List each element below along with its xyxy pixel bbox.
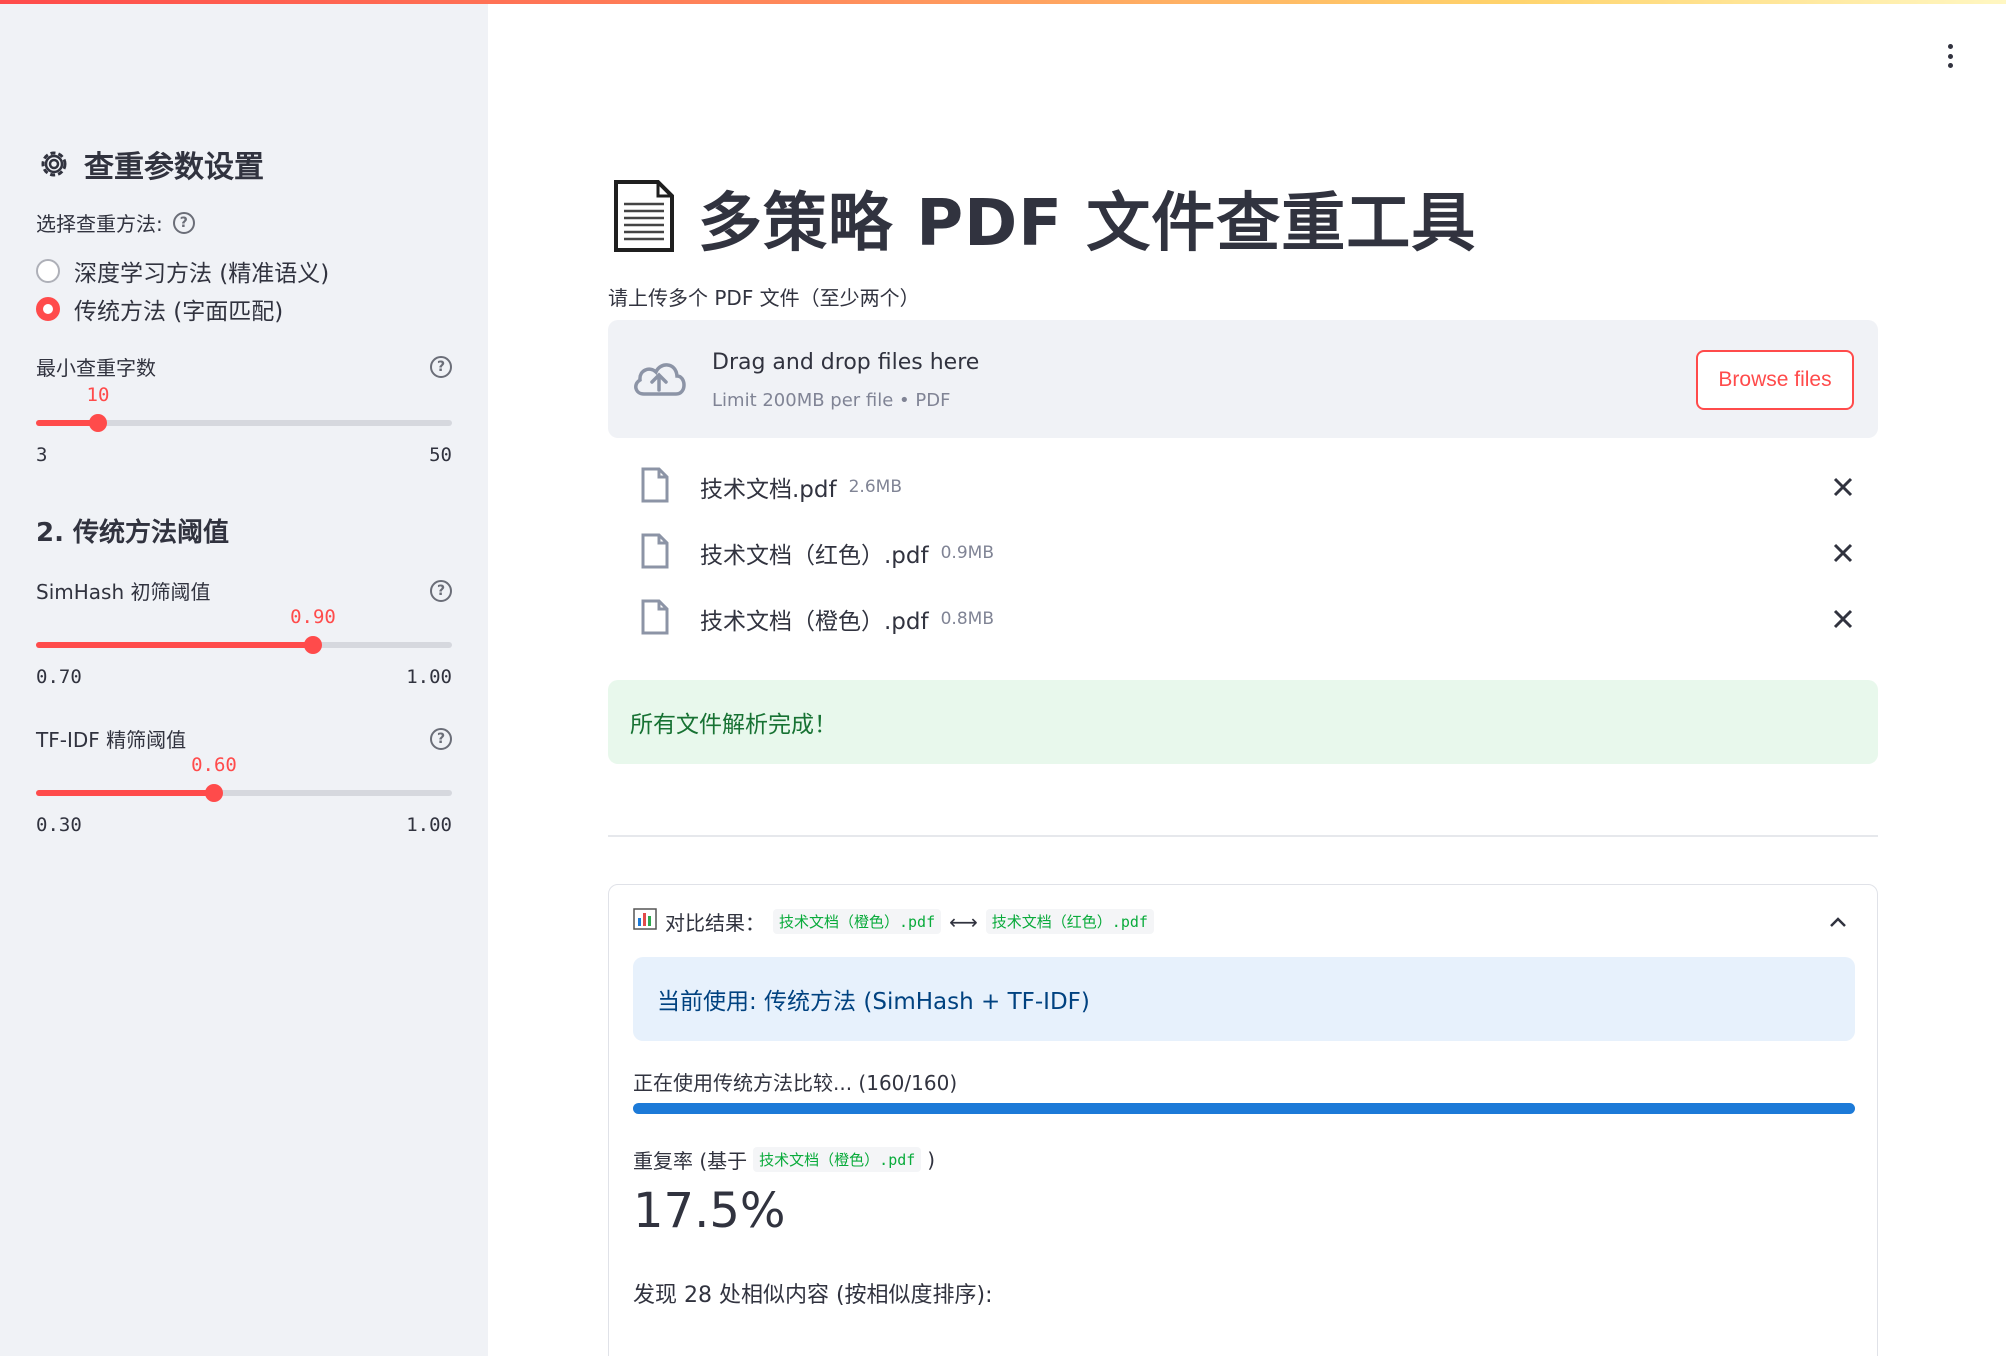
tfidf-slider[interactable]: 0.60 0.30 1.00 [36, 754, 452, 836]
close-icon[interactable] [1830, 606, 1856, 632]
help-icon[interactable]: ? [172, 211, 195, 234]
file-a-code: 技术文档（橙色）.pdf [773, 909, 942, 934]
dropzone-title: Drag and drop files here [712, 350, 980, 375]
document-icon [612, 178, 676, 258]
duplicate-rate-value: 17.5% [633, 1183, 786, 1239]
file-name: 技术文档（红色）.pdf [700, 543, 929, 569]
file-size: 0.8MB [940, 609, 994, 629]
file-icon [640, 532, 670, 574]
success-message: 所有文件解析完成！ [630, 712, 837, 738]
expander-prefix: 对比结果： [665, 911, 765, 935]
min-len-label: 最小查重字数 [36, 356, 156, 380]
slider-max: 1.00 [406, 814, 452, 836]
metric-prefix: 重复率 (基于 [633, 1149, 748, 1173]
sidebar: 查重参数设置 选择查重方法: ? 深度学习方法 (精准语义) 传统方法 (字面匹… [0, 0, 488, 1356]
slider-fill [36, 790, 214, 796]
info-alert: 当前使用: 传统方法 (SimHash + TF-IDF) [633, 957, 1855, 1041]
file-name: 技术文档.pdf [700, 477, 837, 503]
progress-label: 正在使用传统方法比较... (160/160) [633, 1071, 958, 1095]
method-label-row: 选择查重方法: ? [36, 208, 195, 237]
top-decoration-bar [0, 0, 2006, 4]
close-icon[interactable] [1830, 540, 1856, 566]
slider-value: 10 [86, 384, 110, 406]
success-alert: 所有文件解析完成！ [608, 680, 1878, 764]
slider-min: 3 [36, 444, 48, 466]
file-icon [640, 598, 670, 640]
cloud-upload-icon [630, 356, 688, 404]
section-heading: 2. 传统方法阈值 [36, 518, 230, 548]
radio-label: 传统方法 (字面匹配) [74, 299, 284, 325]
radio-button-selected[interactable] [36, 297, 60, 321]
uploaded-file: 技术文档（橙色）.pdf 0.8MB [640, 594, 1856, 644]
bar-chart-icon [633, 908, 657, 935]
file-size: 2.6MB [848, 477, 902, 497]
compare-arrow: ⟷ [949, 909, 978, 934]
radio-deep-learning[interactable]: 深度学习方法 (精准语义) [36, 254, 329, 288]
main-menu-icon[interactable] [1944, 44, 1956, 68]
slider-thumb[interactable] [89, 414, 107, 432]
radio-traditional[interactable]: 传统方法 (字面匹配) [36, 292, 283, 326]
min-len-slider[interactable]: 10 3 50 [36, 384, 452, 466]
dropzone-limit: Limit 200MB per file • PDF [712, 390, 951, 411]
min-len-label-row: 最小查重字数 ? [36, 352, 452, 381]
slider-value: 0.60 [191, 754, 237, 776]
page-title-row: 多策略 PDF 文件查重工具 [612, 172, 1476, 264]
slider-max: 1.00 [406, 666, 452, 688]
comparison-expander: 对比结果： 技术文档（橙色）.pdf ⟷ 技术文档（红色）.pdf 当前使用: … [608, 884, 1878, 1356]
metric-file-code: 技术文档（橙色）.pdf [753, 1147, 922, 1172]
progress-bar [633, 1103, 1855, 1114]
file-b-code: 技术文档（红色）.pdf [985, 909, 1154, 934]
progress-fill [633, 1103, 1855, 1114]
metric-suffix: ) [927, 1147, 936, 1172]
tfidf-label: TF-IDF 精筛阈值 [36, 728, 187, 752]
method-label: 选择查重方法: [36, 212, 163, 236]
file-dropzone[interactable]: Drag and drop files here Limit 200MB per… [608, 320, 1878, 438]
file-size: 0.9MB [940, 543, 994, 563]
slider-value: 0.90 [290, 606, 336, 628]
upload-label: 请上传多个 PDF 文件（至少两个） [608, 286, 920, 310]
uploaded-file: 技术文档.pdf 2.6MB [640, 462, 1856, 512]
page-title: 多策略 PDF 文件查重工具 [698, 187, 1477, 261]
slider-thumb[interactable] [304, 636, 322, 654]
radio-label: 深度学习方法 (精准语义) [74, 261, 330, 287]
browse-files-button[interactable]: Browse files [1696, 350, 1854, 410]
sidebar-title: 查重参数设置 [84, 150, 264, 185]
divider [608, 835, 1878, 837]
file-name: 技术文档（橙色）.pdf [700, 609, 929, 635]
slider-min: 0.30 [36, 814, 82, 836]
simhash-slider[interactable]: 0.90 0.70 1.00 [36, 606, 452, 688]
uploaded-file: 技术文档（红色）.pdf 0.9MB [640, 528, 1856, 578]
info-message: 当前使用: 传统方法 (SimHash + TF-IDF) [657, 989, 1090, 1015]
chevron-up-icon[interactable] [1829, 913, 1847, 932]
tfidf-label-row: TF-IDF 精筛阈值 ? [36, 724, 452, 753]
radio-button[interactable] [36, 259, 60, 283]
help-icon[interactable]: ? [430, 355, 452, 378]
sidebar-header: 查重参数设置 [36, 142, 264, 186]
simhash-label-row: SimHash 初筛阈值 ? [36, 576, 452, 605]
slider-fill [36, 642, 313, 648]
close-icon[interactable] [1830, 474, 1856, 500]
simhash-label: SimHash 初筛阈值 [36, 580, 211, 604]
found-count: 发现 28 处相似内容 (按相似度排序): [633, 1283, 993, 1308]
gear-icon [36, 146, 72, 182]
slider-max: 50 [429, 444, 452, 466]
slider-min: 0.70 [36, 666, 82, 688]
help-icon[interactable]: ? [430, 579, 452, 602]
file-icon [640, 466, 670, 508]
metric-label: 重复率 (基于 技术文档（橙色）.pdf ) [633, 1145, 935, 1174]
slider-thumb[interactable] [205, 784, 223, 802]
help-icon[interactable]: ? [430, 727, 452, 750]
expander-header[interactable]: 对比结果： 技术文档（橙色）.pdf ⟷ 技术文档（红色）.pdf [633, 907, 1154, 936]
